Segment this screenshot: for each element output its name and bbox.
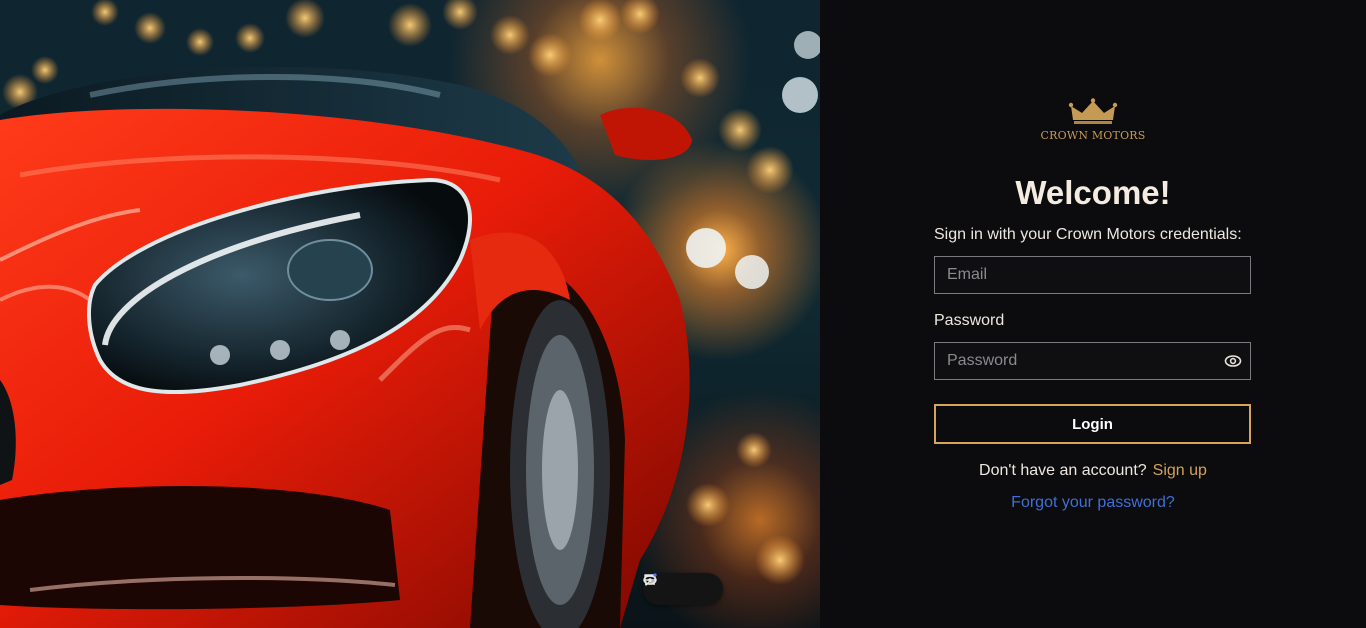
eye-icon[interactable] [643, 575, 691, 597]
floating-toolbar [643, 573, 723, 605]
forgot-password-link[interactable]: Forgot your password? [820, 494, 1366, 512]
password-field[interactable] [935, 343, 1250, 379]
page-title: Welcome! [1015, 174, 1171, 211]
password-label: Password [934, 312, 1005, 329]
brand-name: CROWN MOTORS [1040, 129, 1146, 142]
email-field-wrapper [934, 256, 1251, 294]
eye-icon[interactable] [1224, 353, 1242, 369]
login-button[interactable]: Login [934, 404, 1251, 444]
list-icon[interactable] [645, 573, 712, 597]
login-subtitle: Sign in with your Crown Motors credentia… [934, 226, 1242, 243]
hero-image [0, 0, 820, 628]
crown-icon [1040, 98, 1146, 126]
login-panel: CROWN MOTORS Welcome! Sign in with your … [820, 0, 1366, 628]
password-field-wrapper [934, 342, 1251, 380]
signup-row: Don't have an account? Sign up [820, 462, 1366, 480]
brand-logo: CROWN MOTORS [1040, 98, 1146, 150]
email-field[interactable] [935, 257, 1250, 293]
car-illustration [0, 0, 820, 628]
signup-prompt: Don't have an account? [979, 462, 1147, 479]
signup-link[interactable]: Sign up [1153, 462, 1207, 479]
